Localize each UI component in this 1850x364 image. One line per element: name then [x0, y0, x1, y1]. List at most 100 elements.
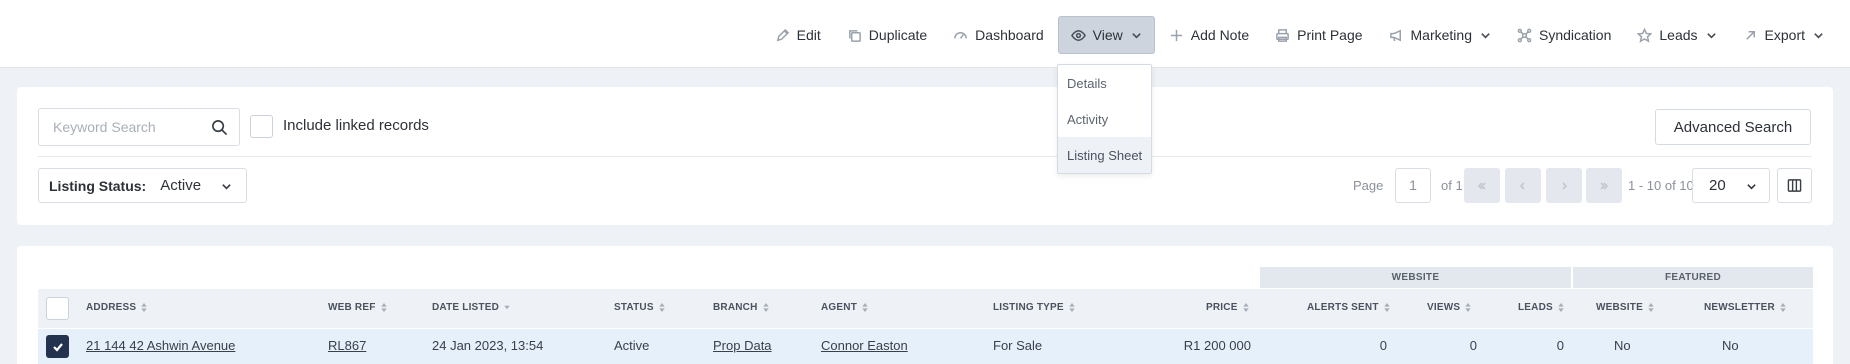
- chevron-down-icon: [222, 184, 231, 190]
- menu-item-listing-sheet[interactable]: Listing Sheet: [1058, 137, 1151, 173]
- panel-divider: [38, 156, 1812, 157]
- column-header-views[interactable]: VIEWS: [1427, 302, 1471, 313]
- cell-address-link[interactable]: 21 144 42 Ashwin Avenue: [86, 338, 235, 353]
- columns-icon: [1787, 179, 1802, 192]
- cell-newsletter: No: [1722, 338, 1739, 353]
- row-checkbox[interactable]: [46, 335, 69, 358]
- column-header-label: NEWSLETTER: [1704, 302, 1775, 313]
- export-menu-button[interactable]: Export: [1731, 16, 1836, 54]
- star-icon: [1637, 27, 1653, 43]
- sort-icon: [1383, 303, 1390, 312]
- column-header-label: WEBSITE: [1596, 302, 1643, 313]
- top-toolbar-bar: Edit Duplicate Dashboard View Add Note P…: [0, 0, 1850, 68]
- dashboard-label: Dashboard: [975, 27, 1044, 43]
- column-header-label: PRICE: [1206, 302, 1238, 313]
- column-header-leads[interactable]: LEADS: [1518, 302, 1564, 313]
- sort-icon: [1069, 303, 1075, 312]
- cell-web-ref-link[interactable]: RL867: [328, 338, 366, 353]
- menu-item-details[interactable]: Details: [1058, 65, 1151, 101]
- column-header-label: VIEWS: [1427, 302, 1461, 313]
- keyword-search-input[interactable]: [53, 109, 213, 145]
- column-header-status[interactable]: STATUS: [614, 302, 665, 313]
- cell-price: R1 200 000: [1183, 338, 1251, 353]
- printer-icon: [1276, 28, 1290, 42]
- pencil-icon: [776, 28, 789, 41]
- leads-label: Leads: [1659, 27, 1698, 43]
- cell-status: Active: [614, 338, 650, 353]
- chevron-down-icon: [1481, 32, 1490, 39]
- column-header-label: DATE LISTED: [432, 302, 500, 313]
- network-icon: [1517, 28, 1532, 42]
- sort-icon: [1780, 303, 1786, 312]
- select-all-checkbox[interactable]: [46, 297, 69, 320]
- group-header-featured: FEATURED: [1573, 267, 1813, 288]
- include-linked-checkbox[interactable]: [250, 115, 273, 138]
- dashboard-button[interactable]: Dashboard: [941, 16, 1056, 54]
- leads-menu-button[interactable]: Leads: [1625, 16, 1728, 54]
- sort-descending-icon: [504, 305, 510, 310]
- edit-label: Edit: [796, 27, 821, 43]
- cell-branch-link[interactable]: Prop Data: [713, 338, 772, 353]
- cell-agent-link[interactable]: Connor Easton: [821, 338, 908, 353]
- group-header-website: WEBSITE: [1260, 267, 1571, 288]
- include-linked-label: Include linked records: [283, 117, 429, 134]
- page-label: Page: [1353, 178, 1384, 193]
- sort-icon: [1465, 303, 1471, 312]
- chevron-down-icon: [1814, 32, 1823, 39]
- column-header-price[interactable]: PRICE: [1206, 302, 1249, 313]
- keyword-search-field: [38, 108, 240, 146]
- column-header-website[interactable]: WEBSITE: [1596, 302, 1654, 313]
- column-header-date-listed[interactable]: DATE LISTED: [432, 302, 510, 313]
- listing-status-label: Listing Status:: [49, 177, 147, 194]
- duplicate-button[interactable]: Duplicate: [835, 16, 939, 54]
- sort-icon: [659, 303, 665, 312]
- last-page-button[interactable]: [1586, 168, 1622, 203]
- chevron-down-icon: [1706, 32, 1716, 39]
- column-header-listing-type[interactable]: LISTING TYPE: [993, 302, 1075, 313]
- add-note-label: Add Note: [1190, 27, 1250, 43]
- sort-icon: [1558, 303, 1564, 312]
- column-header-newsletter[interactable]: NEWSLETTER: [1704, 302, 1786, 313]
- column-header-branch[interactable]: BRANCH: [713, 302, 769, 313]
- listing-status-select[interactable]: Listing Status: Active: [38, 168, 247, 203]
- page-number-input[interactable]: 1: [1395, 168, 1431, 203]
- chevron-right-icon: [1562, 181, 1568, 190]
- column-header-web-ref[interactable]: WEB REF: [328, 302, 387, 313]
- search-icon[interactable]: [211, 119, 228, 136]
- cell-leads: 0: [1556, 338, 1564, 353]
- next-page-button[interactable]: [1546, 168, 1582, 203]
- arrow-up-right-icon: [1745, 30, 1755, 40]
- view-menu-button[interactable]: View: [1057, 16, 1155, 54]
- marketing-menu-button[interactable]: Marketing: [1377, 16, 1503, 54]
- chevron-down-icon: [1747, 184, 1756, 190]
- print-page-button[interactable]: Print Page: [1263, 16, 1374, 54]
- cell-date-listed: 24 Jan 2023, 13:54: [432, 338, 544, 353]
- marketing-label: Marketing: [1410, 27, 1472, 43]
- cell-listing-type: For Sale: [993, 338, 1043, 353]
- per-page-select[interactable]: 20: [1692, 168, 1770, 203]
- column-header-alerts-sent[interactable]: ALERTS SENT: [1307, 302, 1390, 313]
- add-note-button[interactable]: Add Note: [1157, 16, 1261, 54]
- double-chevron-right-icon: [1600, 181, 1609, 190]
- column-header-label: WEB REF: [328, 302, 376, 313]
- sort-icon: [1242, 303, 1249, 312]
- column-header-agent[interactable]: AGENT: [821, 302, 868, 313]
- column-header-label: ALERTS SENT: [1307, 302, 1379, 313]
- column-header-label: LEADS: [1518, 302, 1553, 313]
- listings-table: WEBSITE FEATURED ADDRESS WEB REF DATE LI…: [17, 246, 1833, 364]
- menu-item-activity[interactable]: Activity: [1058, 101, 1151, 137]
- previous-page-button[interactable]: [1505, 168, 1541, 203]
- column-header-label: LISTING TYPE: [993, 302, 1064, 313]
- syndication-button[interactable]: Syndication: [1505, 16, 1623, 54]
- checkmark-icon: [52, 342, 63, 352]
- sort-icon: [762, 303, 769, 312]
- eye-icon: [1070, 29, 1086, 41]
- first-page-button[interactable]: [1464, 168, 1500, 203]
- column-settings-button[interactable]: [1777, 168, 1812, 203]
- column-header-label: STATUS: [614, 302, 654, 313]
- edit-button[interactable]: Edit: [763, 16, 833, 54]
- column-header-address[interactable]: ADDRESS: [86, 302, 147, 313]
- advanced-search-button[interactable]: Advanced Search: [1655, 109, 1811, 145]
- sort-icon: [141, 303, 147, 312]
- copy-icon: [848, 29, 861, 42]
